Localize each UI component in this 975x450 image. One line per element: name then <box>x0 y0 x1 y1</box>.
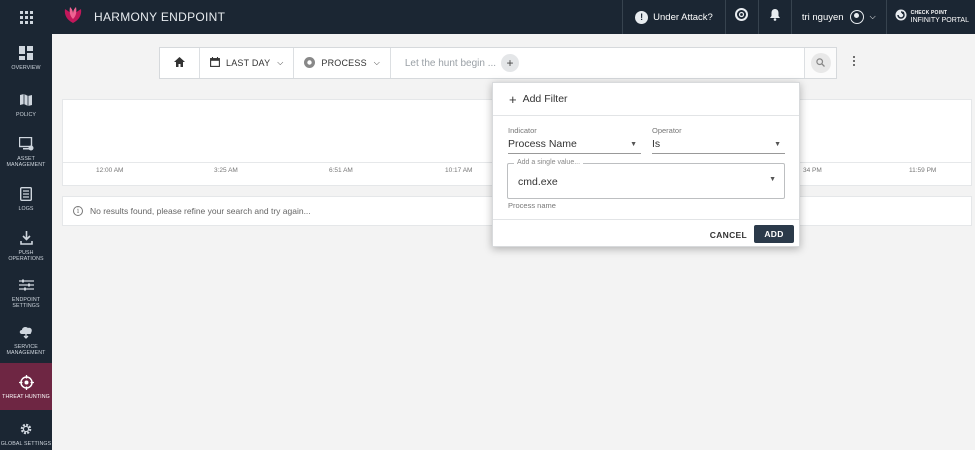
sidebar-item-push-operations[interactable]: PUSH OPERATIONS <box>0 222 52 269</box>
operator-select[interactable]: Is ▼ <box>652 138 785 154</box>
sidebar-item-label: OVERVIEW <box>11 65 41 71</box>
timeline-tick: 10:17 AM <box>445 167 473 174</box>
value-select[interactable]: Add a single value... cmd.exe ▼ <box>507 159 785 199</box>
under-attack-label: Under Attack? <box>653 11 713 23</box>
sidebar-item-policy[interactable]: POLICY <box>0 81 52 128</box>
entity-dropdown[interactable]: PROCESS ⌵ <box>294 48 391 78</box>
chevron-down-icon: ⌵ <box>373 58 380 67</box>
sidebar-item-asset-management[interactable]: ASSET MANAGEMENT <box>0 128 52 175</box>
value-legend: Add a single value... <box>514 159 584 166</box>
indicator-label: Indicator <box>508 126 537 135</box>
sidebar-item-label: ENDPOINT SETTINGS <box>11 297 41 309</box>
gear-icon <box>19 420 33 438</box>
plus-icon: + <box>506 56 514 70</box>
alert-icon: ! <box>635 10 649 24</box>
chevron-down-icon: ⌵ <box>869 12 876 21</box>
sidebar-item-label: LOGS <box>18 206 34 212</box>
add-filter-button[interactable]: + <box>501 54 520 72</box>
timeline-tick: 34 PM <box>803 167 822 174</box>
endpoint-settings-icon <box>18 276 34 294</box>
add-filter-title: Add Filter <box>522 93 568 105</box>
overview-icon <box>19 44 33 62</box>
operator-label: Operator <box>652 126 682 135</box>
no-results-message: No results found, please refine your sea… <box>90 206 311 216</box>
app-title: HARMONY ENDPOINT <box>94 10 226 24</box>
top-bar: HARMONY ENDPOINT ! Under Attack? tri ngu… <box>0 0 975 34</box>
more-options-icon[interactable] <box>853 56 855 66</box>
bell-icon <box>769 8 781 26</box>
value-helper-text: Process name <box>508 201 556 210</box>
help-button[interactable] <box>726 0 758 34</box>
brand: HARMONY ENDPOINT <box>62 6 225 29</box>
entity-value: PROCESS <box>321 58 367 68</box>
hunt-query-input[interactable]: Let the hunt begin ... <box>405 58 496 69</box>
time-range-dropdown[interactable]: LAST DAY ⌵ <box>200 48 295 78</box>
indicator-value: Process Name <box>508 138 577 150</box>
sidebar-item-service-management[interactable]: SERVICE MANAGEMENT <box>0 316 52 363</box>
add-button[interactable]: ADD <box>754 225 794 243</box>
notifications-button[interactable] <box>759 0 791 34</box>
policy-icon <box>19 91 33 109</box>
user-name: tri nguyen <box>801 11 844 23</box>
checkpoint-logo-icon <box>895 8 907 26</box>
sidebar-item-global-settings[interactable]: GLOBAL SETTINGS <box>0 410 52 450</box>
plus-icon: + <box>509 91 517 107</box>
sidebar-item-label: THREAT HUNTING <box>2 394 50 400</box>
sidebar-item-endpoint-settings[interactable]: ENDPOINT SETTINGS <box>0 269 52 316</box>
service-management-icon <box>18 323 34 341</box>
sidebar-item-label: POLICY <box>15 112 37 118</box>
operator-value: Is <box>652 138 661 150</box>
user-menu[interactable]: tri nguyen ⌵ <box>792 0 886 34</box>
timeline-tick: 6:51 AM <box>329 167 353 174</box>
sidebar-item-label: PUSH OPERATIONS <box>8 250 44 262</box>
dropdown-arrow-icon: ▼ <box>769 176 776 183</box>
chevron-down-icon: ⌵ <box>277 58 284 67</box>
timeline-tick: 11:59 PM <box>909 167 937 174</box>
home-icon <box>174 57 185 69</box>
info-icon: i <box>73 206 83 216</box>
under-attack-button[interactable]: ! Under Attack? <box>623 0 725 34</box>
calendar-icon <box>210 57 220 69</box>
push-operations-icon <box>19 229 33 247</box>
home-button[interactable] <box>160 48 200 78</box>
timeline-tick: 3:25 AM <box>214 167 238 174</box>
search-icon <box>816 54 825 72</box>
harmony-logo-icon <box>62 6 84 29</box>
logs-icon <box>20 185 32 203</box>
portal-small-label: CHECK POINT <box>910 10 948 16</box>
dropdown-arrow-icon: ▼ <box>774 141 781 148</box>
sidebar-item-label: SERVICE MANAGEMENT <box>6 344 46 356</box>
add-filter-popup: + Add Filter Indicator Process Name ▼ Op… <box>492 82 800 247</box>
add-filter-header: + Add Filter <box>493 83 799 116</box>
sidebar-item-label: GLOBAL SETTINGS <box>0 441 52 447</box>
dropdown-arrow-icon: ▼ <box>630 141 637 148</box>
process-icon <box>304 56 316 70</box>
portal-big-label: INFINITY PORTAL <box>910 17 969 24</box>
sidebar: OVERVIEW POLICY ASSET MANAGEMENT LOGS PU… <box>0 34 52 450</box>
hunt-search-bar: LAST DAY ⌵ PROCESS ⌵ Let the hunt begin … <box>159 47 837 79</box>
avatar-icon <box>849 10 864 24</box>
sidebar-item-logs[interactable]: LOGS <box>0 175 52 222</box>
infinity-portal-link[interactable]: CHECK POINT INFINITY PORTAL <box>887 0 975 34</box>
indicator-select[interactable]: Process Name ▼ <box>508 138 641 154</box>
sidebar-item-overview[interactable]: OVERVIEW <box>0 34 52 81</box>
value-text: cmd.exe <box>518 176 558 188</box>
add-filter-footer: CANCEL ADD <box>493 219 799 248</box>
lifebuoy-icon <box>735 8 749 26</box>
sidebar-item-label: ASSET MANAGEMENT <box>6 156 46 168</box>
timeline-tick: 12:00 AM <box>96 167 124 174</box>
cancel-button[interactable]: CANCEL <box>710 226 747 244</box>
apps-grid-icon[interactable] <box>0 0 52 34</box>
sidebar-item-threat-hunting[interactable]: THREAT HUNTING <box>0 363 52 410</box>
asset-management-icon <box>18 135 34 153</box>
search-button[interactable] <box>804 48 836 78</box>
threat-hunting-icon <box>18 373 34 391</box>
time-range-value: LAST DAY <box>226 58 271 68</box>
